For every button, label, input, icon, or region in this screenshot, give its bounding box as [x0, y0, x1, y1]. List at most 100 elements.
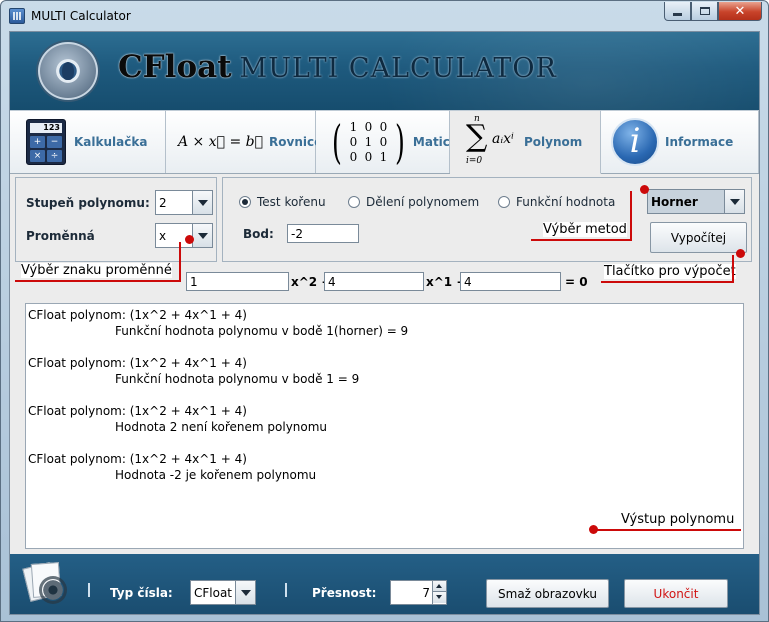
- matrix-icon: ( 1 0 0 0 1 0 0 0 1 ): [332, 115, 405, 169]
- point-label: Bod:: [243, 227, 274, 241]
- radio-dot: [239, 196, 251, 208]
- calc-key: −: [47, 136, 62, 148]
- clear-screen-button[interactable]: Smaž obrazovku: [486, 579, 609, 608]
- equation-formula: A × x⃗ = b⃗: [178, 134, 264, 150]
- chevron-down-icon[interactable]: [235, 581, 255, 604]
- annotation-method-choice: Výběr metod: [543, 222, 627, 237]
- matrix-cell: 1: [379, 149, 388, 164]
- tab-matice[interactable]: ( 1 0 0 0 1 0 0 0 1 ) Matice: [316, 110, 458, 173]
- degree-label: Stupeň polynomu:: [26, 196, 150, 210]
- radio-function-value[interactable]: Funkční hodnota: [498, 195, 615, 209]
- brand-main: CFloat: [118, 49, 232, 85]
- minimize-icon: [673, 12, 682, 16]
- annotation-dot: [736, 249, 745, 258]
- output-line: Hodnota 2 není kořenem polynomu: [115, 420, 328, 434]
- matrix-cell: 0: [379, 134, 388, 149]
- close-icon: ✕: [734, 3, 746, 19]
- tab-bar: 123 + − × ÷ Kalkulačka A × x⃗ = b⃗ Rovni…: [10, 110, 759, 174]
- main-content: CFloat MULTI CALCULATOR 123 + − × ÷ Kalku…: [9, 31, 760, 615]
- output-line: CFloat polynom: (1x^2 + 4x^1 + 4): [28, 404, 247, 418]
- annotation-dot: [640, 185, 649, 194]
- title-bar[interactable]: MULTI Calculator ✕: [1, 1, 768, 31]
- matrix-cell: 0: [364, 119, 373, 134]
- precision-value: 7: [422, 586, 430, 600]
- matrix-cell: 0: [379, 119, 388, 134]
- settings-gear-icon: [22, 562, 66, 603]
- minimize-button[interactable]: [664, 2, 691, 21]
- output-line: CFloat polynom: (1x^2 + 4x^1 + 4): [28, 356, 247, 370]
- method-value: Horner: [651, 195, 698, 209]
- radio-test-root[interactable]: Test kořenu: [239, 195, 326, 209]
- separator: [285, 583, 287, 597]
- variable-label: Proměnná: [26, 229, 95, 243]
- coefficient-x0-input[interactable]: 4: [460, 272, 561, 291]
- radio-label: Funkční hodnota: [516, 195, 616, 209]
- coefficient-x2-input[interactable]: 1: [186, 272, 289, 291]
- chevron-down-icon[interactable]: [192, 224, 212, 247]
- bottom-toolbar: Typ čísla: CFloat Přesnost: 7 Smaž obraz…: [10, 554, 759, 614]
- radio-division[interactable]: Dělení polynomem: [348, 195, 479, 209]
- tab-label: Polynom: [524, 135, 583, 149]
- chevron-down-icon[interactable]: [724, 190, 744, 213]
- maximize-icon: [699, 7, 710, 15]
- calculator-icon: 123 + − × ÷: [26, 119, 66, 165]
- annotation-underline: [601, 281, 733, 283]
- sum-term: aᵢxⁱ: [492, 131, 514, 147]
- matrix-cell: 0: [349, 134, 358, 149]
- increment-arrow-icon[interactable]: [433, 581, 446, 592]
- number-type-select[interactable]: CFloat: [190, 580, 256, 605]
- output-line: Funkční hodnota polynomu v bodě 1 = 9: [115, 372, 360, 386]
- degree-value: 2: [159, 196, 167, 210]
- annotation-connector: [630, 191, 632, 241]
- annotation-variable-sign: Výběr znaku proměnné: [21, 263, 172, 278]
- tab-label: Kalkulačka: [74, 135, 148, 149]
- chevron-down-icon[interactable]: [192, 191, 212, 214]
- window-title: MULTI Calculator: [31, 9, 131, 23]
- variable-value: x: [159, 229, 167, 243]
- sigma-glyph: ∑: [466, 119, 488, 154]
- point-input[interactable]: -2: [287, 224, 359, 243]
- sum-icon: n ∑ i=0 aᵢxⁱ: [466, 114, 516, 170]
- sum-lower-limit: i=0: [466, 156, 483, 166]
- precision-spinner[interactable]: 7: [390, 580, 447, 605]
- tab-polynom[interactable]: n ∑ i=0 aᵢxⁱ Polynom: [450, 110, 601, 174]
- annotation-underline: [15, 280, 180, 282]
- annotation-underline: [531, 239, 631, 241]
- scout-seal-logo: [38, 42, 98, 100]
- quit-button[interactable]: Ukončit: [624, 579, 728, 608]
- annotation-underline: [595, 529, 741, 531]
- equals-zero-label: = 0: [565, 275, 588, 289]
- method-select[interactable]: Horner: [647, 189, 745, 214]
- tab-label: Rovnice: [269, 135, 323, 149]
- precision-label: Přesnost:: [312, 586, 377, 600]
- banner: CFloat MULTI CALCULATOR: [10, 32, 759, 110]
- radio-label: Dělení polynomem: [366, 195, 480, 209]
- tab-kalkulacka[interactable]: 123 + − × ÷ Kalkulačka: [10, 110, 166, 173]
- annotation-dot: [185, 235, 194, 244]
- close-button[interactable]: ✕: [718, 2, 762, 21]
- variable-select[interactable]: x: [155, 223, 213, 248]
- tab-label: Informace: [665, 135, 734, 149]
- tab-rovnice[interactable]: A × x⃗ = b⃗ Rovnice: [166, 110, 322, 173]
- matrix-grid: 1 0 0 0 1 0 0 0 1: [346, 120, 391, 165]
- calculator-keys: + − × ÷: [30, 136, 62, 162]
- output-line: Funkční hodnota polynomu v bodě 1(horner…: [115, 324, 409, 338]
- radio-dot: [348, 196, 360, 208]
- tab-informace[interactable]: i Informace: [601, 110, 759, 173]
- coefficient-x1-input[interactable]: 4: [324, 272, 424, 291]
- compute-button[interactable]: Vypočítej: [650, 222, 747, 253]
- decrement-arrow-icon[interactable]: [433, 592, 446, 603]
- method-panel: Test kořenu Dělení polynomem Funkční hod…: [222, 177, 752, 262]
- separator: [88, 583, 90, 597]
- annotation-compute-button: Tlačítko pro výpočet: [604, 264, 736, 279]
- degree-select[interactable]: 2: [155, 190, 213, 215]
- info-icon: i: [611, 118, 659, 166]
- brand-title: CFloat MULTI CALCULATOR: [118, 49, 557, 85]
- number-type-value: CFloat: [194, 586, 233, 600]
- calculator-display: 123: [30, 123, 62, 133]
- annotation-output: Výstup polynomu: [621, 512, 735, 527]
- app-window: MULTI Calculator ✕ CFloat MULTI CALCULATO…: [0, 0, 769, 622]
- output-line: CFloat polynom: (1x^2 + 4x^1 + 4): [28, 308, 247, 322]
- maximize-button[interactable]: [691, 2, 718, 21]
- radio-dot: [498, 196, 510, 208]
